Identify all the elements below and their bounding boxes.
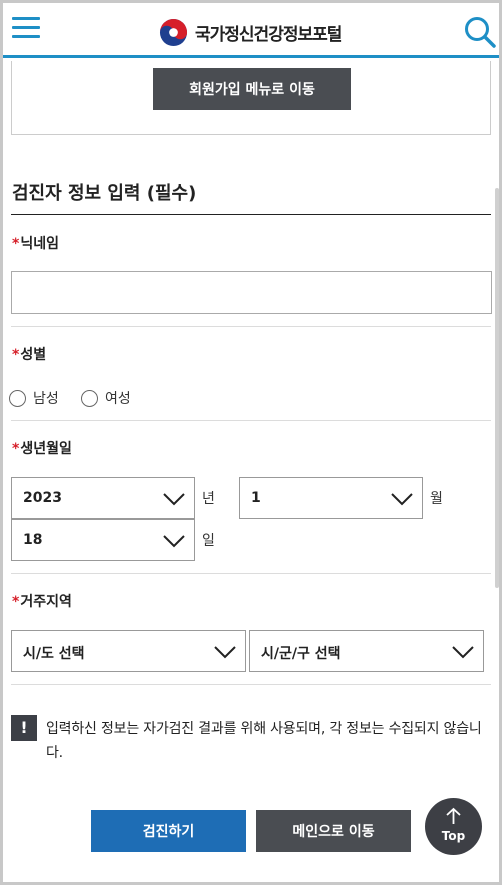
section-divider: [11, 214, 491, 215]
nickname-input[interactable]: [11, 271, 492, 314]
radio-circle-icon: [9, 389, 26, 407]
radio-circle-icon: [81, 389, 98, 407]
select-value: 1: [251, 490, 261, 506]
select-value: 2023: [23, 490, 62, 506]
section-title: 검진자 정보 입력 (필수): [12, 183, 197, 204]
site-header: 국가정신건강정보포털: [3, 3, 499, 58]
chevron-down-icon: [163, 535, 185, 548]
region-sido-select[interactable]: 시/도 선택: [11, 630, 246, 672]
scroll-top-button[interactable]: Top: [425, 798, 482, 855]
gender-label: *성별: [12, 347, 47, 363]
chevron-down-icon: [163, 493, 185, 506]
scrollbar[interactable]: [495, 188, 499, 588]
select-value: 18: [23, 532, 43, 548]
exclamation-icon: !: [11, 715, 37, 741]
join-menu-button[interactable]: 회원가입 메뉴로 이동: [153, 68, 351, 110]
search-icon[interactable]: [463, 15, 497, 49]
region-sigungu-select[interactable]: 시/군/구 선택: [249, 630, 484, 672]
nickname-label: *닉네임: [12, 236, 59, 252]
site-title: 국가정신건강정보포털: [195, 24, 342, 45]
page-content[interactable]: 회원가입 메뉴로 이동 검진자 정보 입력 (필수) *닉네임 *성별 남성 여…: [3, 61, 493, 882]
divider: [11, 684, 491, 685]
select-value: 시/도 선택: [23, 646, 85, 662]
year-unit: 년: [202, 491, 215, 507]
chevron-down-icon: [214, 646, 236, 659]
required-mark: *: [12, 347, 20, 363]
site-logo[interactable]: 국가정신건강정보포털: [159, 17, 342, 47]
chevron-down-icon: [391, 493, 413, 506]
go-main-button[interactable]: 메인으로 이동: [256, 810, 411, 852]
gender-radio-male[interactable]: 남성: [9, 388, 59, 408]
notice-text: 입력하신 정보는 자가검진 결과를 위해 사용되며, 각 정보는 수집되지 않습…: [46, 721, 482, 761]
divider: [11, 573, 491, 574]
day-unit: 일: [202, 533, 215, 549]
chevron-down-icon: [452, 646, 474, 659]
top-label: Top: [441, 829, 466, 843]
birth-year-select[interactable]: 2023: [11, 477, 195, 519]
birth-day-select[interactable]: 18: [11, 519, 195, 561]
divider: [11, 326, 491, 327]
check-button[interactable]: 검진하기: [91, 810, 246, 852]
birth-month-select[interactable]: 1: [239, 477, 423, 519]
required-mark: *: [12, 594, 20, 610]
arrow-up-icon: [446, 807, 461, 824]
radio-label: 남성: [33, 391, 59, 407]
select-value: 시/군/구 선택: [261, 646, 341, 662]
birth-label: *생년월일: [12, 441, 72, 457]
month-unit: 월: [430, 491, 443, 507]
app-frame: 국가정신건강정보포털 회원가입 메뉴로 이동 검진자 정보 입력 (필수) *닉…: [0, 0, 502, 885]
radio-label: 여성: [105, 391, 131, 407]
divider: [11, 420, 491, 421]
required-mark: *: [12, 441, 20, 457]
hamburger-menu-icon[interactable]: [12, 17, 40, 39]
gender-radio-female[interactable]: 여성: [81, 388, 131, 408]
taegeuk-logo-icon: [159, 18, 188, 46]
region-label: *거주지역: [12, 594, 72, 610]
required-mark: *: [12, 236, 20, 252]
join-box: 회원가입 메뉴로 이동: [11, 61, 491, 135]
